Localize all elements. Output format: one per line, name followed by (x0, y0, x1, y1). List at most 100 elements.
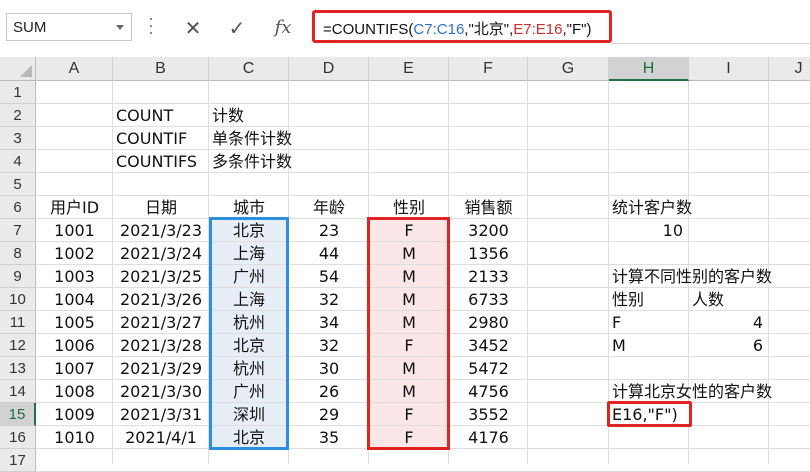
table-cell[interactable]: 2021/3/23 (113, 219, 209, 242)
table-header-cell[interactable]: 城市 (209, 196, 289, 219)
column-header-a[interactable]: A (36, 57, 113, 81)
cancel-button[interactable]: ✕ (178, 14, 208, 42)
beijing-female-title[interactable]: 计算北京女性的客户数 (612, 380, 810, 403)
table-cell[interactable]: 23 (289, 219, 369, 242)
table-cell[interactable]: 1005 (36, 311, 113, 334)
column-header-b[interactable]: B (113, 57, 209, 81)
row-header-7[interactable]: 7 (0, 219, 36, 242)
row-header-16[interactable]: 16 (0, 426, 36, 449)
gender-count[interactable]: 6 (689, 334, 763, 357)
table-cell[interactable]: 2980 (449, 311, 528, 334)
chevron-down-icon[interactable] (116, 25, 124, 30)
table-cell[interactable]: 3200 (449, 219, 528, 242)
column-header-j[interactable]: J (769, 57, 810, 81)
table-cell[interactable]: 2021/3/31 (113, 403, 209, 426)
row-header-8[interactable]: 8 (0, 242, 36, 265)
table-cell[interactable]: 2021/3/30 (113, 380, 209, 403)
table-header-cell[interactable]: 用户ID (36, 196, 113, 219)
table-cell[interactable]: 2021/3/29 (113, 357, 209, 380)
formula-input[interactable]: =COUNTIFS(C7:C16,"北京",E7:E16,"F") (312, 10, 612, 43)
note-description[interactable]: 单条件计数 (212, 127, 412, 150)
column-header-f[interactable]: F (449, 57, 528, 81)
table-cell[interactable]: 4756 (449, 380, 528, 403)
table-cell[interactable]: 2021/4/1 (113, 426, 209, 449)
row-header-6[interactable]: 6 (0, 196, 36, 219)
formula-text: =COUNTIFS(C7:C16,"北京",E7:E16,"F") (323, 18, 591, 39)
insert-function-button[interactable]: fx (268, 14, 298, 42)
row-header-2[interactable]: 2 (0, 104, 36, 127)
row-header-9[interactable]: 9 (0, 265, 36, 288)
row-header-12[interactable]: 12 (0, 334, 36, 357)
row-header-3[interactable]: 3 (0, 127, 36, 150)
table-cell[interactable]: 1009 (36, 403, 113, 426)
row-header-14[interactable]: 14 (0, 380, 36, 403)
note-function-name[interactable]: COUNTIFS (116, 150, 209, 173)
count-header[interactable]: 人数 (692, 288, 769, 311)
table-cell[interactable]: 1003 (36, 265, 113, 288)
table-cell[interactable]: 35 (289, 426, 369, 449)
row-header-17[interactable]: 17 (0, 449, 36, 472)
table-cell[interactable]: 2021/3/27 (113, 311, 209, 334)
table-cell[interactable]: 30 (289, 357, 369, 380)
table-cell[interactable]: 44 (289, 242, 369, 265)
column-header-i[interactable]: I (689, 57, 769, 81)
table-cell[interactable]: 5472 (449, 357, 528, 380)
name-box[interactable]: SUM (6, 13, 132, 41)
row-header-10[interactable]: 10 (0, 288, 36, 311)
column-header-c[interactable]: C (209, 57, 289, 81)
table-cell[interactable]: 4176 (449, 426, 528, 449)
row-header-5[interactable]: 5 (0, 173, 36, 196)
count-title[interactable]: 统计客户数 (612, 196, 810, 219)
table-cell[interactable]: 32 (289, 288, 369, 311)
select-all-button[interactable] (0, 57, 36, 81)
gender-label[interactable]: F (612, 311, 689, 334)
row-header-1[interactable]: 1 (0, 81, 36, 104)
table-cell[interactable]: 29 (289, 403, 369, 426)
count-value[interactable]: 10 (609, 219, 683, 242)
table-header-cell[interactable]: 销售额 (449, 196, 528, 219)
table-cell[interactable]: 2021/3/25 (113, 265, 209, 288)
gender-count[interactable]: 4 (689, 311, 763, 334)
table-cell[interactable]: 1002 (36, 242, 113, 265)
table-cell[interactable]: 1001 (36, 219, 113, 242)
column-header-d[interactable]: D (289, 57, 369, 81)
row-header-4[interactable]: 4 (0, 150, 36, 173)
formula-part: ,"北京", (464, 21, 514, 38)
note-function-name[interactable]: COUNT (116, 104, 209, 127)
table-cell[interactable]: 1356 (449, 242, 528, 265)
table-header-cell[interactable]: 年龄 (289, 196, 369, 219)
note-description[interactable]: 计数 (212, 104, 412, 127)
row-header-15[interactable]: 15 (0, 403, 36, 426)
table-header-cell[interactable]: 日期 (113, 196, 209, 219)
table-cell[interactable]: 6733 (449, 288, 528, 311)
table-cell[interactable]: 1006 (36, 334, 113, 357)
column-header-e[interactable]: E (369, 57, 449, 81)
table-header-cell[interactable]: 性别 (369, 196, 449, 219)
table-cell[interactable]: 2021/3/24 (113, 242, 209, 265)
gender-label[interactable]: M (612, 334, 689, 357)
note-function-name[interactable]: COUNTIF (116, 127, 209, 150)
table-cell[interactable]: 1008 (36, 380, 113, 403)
row-header-11[interactable]: 11 (0, 311, 36, 334)
table-cell[interactable]: 1007 (36, 357, 113, 380)
column-header-g[interactable]: G (528, 57, 609, 81)
row-header-13[interactable]: 13 (0, 357, 36, 380)
drag-handle-icon[interactable] (149, 18, 153, 36)
table-cell[interactable]: 3552 (449, 403, 528, 426)
gender-title[interactable]: 计算不同性别的客户数 (612, 265, 810, 288)
table-cell[interactable]: 1010 (36, 426, 113, 449)
table-cell[interactable]: 2021/3/28 (113, 334, 209, 357)
table-cell[interactable]: 32 (289, 334, 369, 357)
table-cell[interactable]: 34 (289, 311, 369, 334)
table-cell[interactable]: 2133 (449, 265, 528, 288)
table-cell[interactable]: 26 (289, 380, 369, 403)
spreadsheet-grid[interactable]: A B C D E F G H I J 1 2 3 4 5 6 7 8 9 10 11 12 13 14 15 16 17 COUNT… (0, 57, 810, 472)
note-description[interactable]: 多条件计数 (212, 150, 412, 173)
table-cell[interactable]: 1004 (36, 288, 113, 311)
enter-button[interactable]: ✓ (222, 14, 252, 42)
gender-header[interactable]: 性别 (612, 288, 689, 311)
table-cell[interactable]: 3452 (449, 334, 528, 357)
table-cell[interactable]: 54 (289, 265, 369, 288)
table-cell[interactable]: 2021/3/26 (113, 288, 209, 311)
column-header-h[interactable]: H (609, 57, 689, 81)
